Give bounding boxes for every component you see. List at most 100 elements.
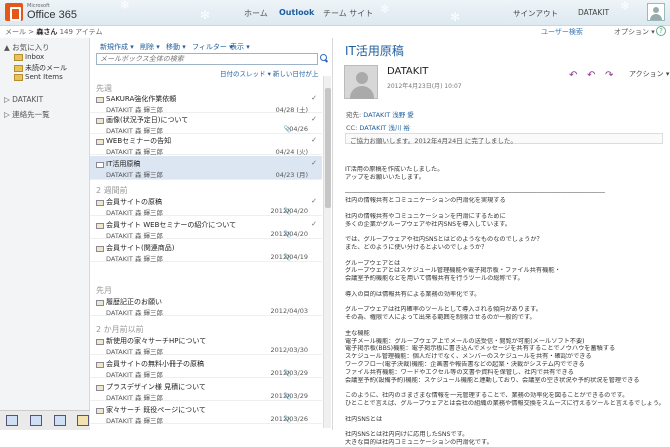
check-icon[interactable]: ✓: [311, 197, 317, 205]
message-row[interactable]: 会員サイト(関連商品) DATAKIT 森 輝三郎 📎 2012/04/19: [90, 242, 322, 263]
check-icon[interactable]: ✓: [311, 115, 317, 123]
message-icon: [96, 300, 104, 306]
breadcrumb-mail[interactable]: メール: [5, 28, 26, 36]
message-subject: 会員サイト WEBセミナーの紹介について: [106, 221, 237, 229]
mailbox-datakit[interactable]: ▷ DATAKIT: [4, 95, 43, 104]
message-subject: 履歴記正のお願い: [106, 298, 162, 306]
scrollbar-thumb[interactable]: [325, 88, 331, 208]
user-search-link[interactable]: ユーザー検索: [541, 27, 583, 37]
message-subject: 新使用の家々サーチHPについて: [106, 337, 207, 345]
group-last-month: 先月: [96, 286, 112, 295]
breadcrumb-owner: 森さん: [36, 28, 58, 36]
check-icon[interactable]: ✓: [311, 136, 317, 144]
mail-icon[interactable]: [6, 415, 18, 426]
folder-icon: [14, 53, 23, 61]
nav-outlook[interactable]: Outlook: [279, 8, 314, 17]
recipients-cc: CC: DATAKIT 浅川 裕: [346, 122, 410, 132]
message-row[interactable]: 会員サイトの原稿 DATAKIT 森 輝三郎 📎 2012/04/20 ✓: [90, 196, 322, 217]
body-line: [345, 322, 663, 330]
snowflake-decoration: ❄: [380, 2, 391, 16]
message-icon: [96, 223, 104, 229]
delete-button[interactable]: 削除 ▾: [140, 42, 160, 52]
cc-label: CC:: [346, 124, 358, 132]
message-row-selected[interactable]: IT活用原稿 DATAKIT 森 輝三郎 04/23 (月) ✓: [90, 156, 322, 180]
list-scrollbar[interactable]: [323, 76, 331, 428]
message-row[interactable]: 画像(状況予定日)について DATAKIT 森 輝三郎 📎 04/26 ✓: [90, 114, 322, 135]
reply-icon[interactable]: ↶: [569, 71, 580, 81]
message-row[interactable]: 新使用の家々サーチHPについて DATAKIT 森 輝三郎 2012/03/30: [90, 335, 322, 356]
check-icon[interactable]: ✓: [311, 220, 317, 228]
message-row[interactable]: プラスデザイン様 見積について DATAKIT 森 輝三郎 📎 2012/03/…: [90, 381, 322, 402]
message-date: 2012/03/30: [270, 346, 308, 354]
body-line: このように、社内のさまざまな情報を一元管理することで、業務の効率化を図ることがで…: [345, 392, 629, 400]
actions-menu[interactable]: アクション ▾: [629, 69, 669, 79]
body-line: [345, 228, 663, 236]
message-title: IT活用原稿: [345, 44, 404, 58]
snowflake-decoration: ✻: [450, 10, 461, 24]
message-from: DATAKIT 森 輝三郎: [106, 171, 164, 179]
body-line: ひとことで言えば、グループウェアとは会社の組織の業務や情報交換をスムーズに行える…: [345, 399, 663, 407]
view-button[interactable]: 表示 ▾: [230, 42, 250, 52]
message-subject: 会員サイトの原稿: [106, 198, 162, 206]
message-row[interactable]: SAKURA強化作業依頼 DATAKIT 森 輝三郎 04/28 (土) ✓: [90, 93, 322, 114]
sort-thread[interactable]: 日付のスレッド ▾: [220, 70, 271, 78]
body-line: また、どのように使い分けるとよいのでしょうか？: [345, 243, 488, 251]
message-row[interactable]: WEBセミナーの告知 DATAKIT 森 輝三郎 04/24 (火) ✓: [90, 135, 322, 156]
check-icon[interactable]: ✓: [311, 94, 317, 102]
group-two-weeks: 2 週間前: [96, 186, 128, 195]
recipient[interactable]: DATAKIT 浅川 裕: [359, 124, 410, 132]
folder-icon: [14, 73, 23, 81]
move-button[interactable]: 移動 ▾: [166, 42, 186, 52]
new-button[interactable]: 新規作成 ▾: [100, 42, 134, 52]
contacts-icon[interactable]: [54, 415, 66, 426]
avatar[interactable]: [647, 3, 665, 21]
office-logo-icon[interactable]: [5, 3, 23, 21]
message-date: 04/23 (月): [275, 171, 308, 179]
filter-button[interactable]: フィルター ▾: [192, 42, 233, 52]
message-row[interactable]: 会員サイト WEBセミナーの紹介について DATAKIT 森 輝三郎 📎 201…: [90, 219, 322, 240]
user-name[interactable]: DATAKIT: [578, 8, 609, 17]
message-from: DATAKIT 森 輝三郎: [106, 348, 164, 356]
body-line: [345, 182, 663, 190]
message-from: DATAKIT 森 輝三郎: [106, 394, 164, 402]
sender-name[interactable]: DATAKIT: [387, 66, 428, 77]
options-menu[interactable]: オプション ▾: [614, 27, 655, 37]
search-input[interactable]: [96, 53, 318, 65]
message-row[interactable]: 会員サイトの無料小冊子の原稿 DATAKIT 森 輝三郎 📎 2012/03/2…: [90, 358, 322, 379]
contacts-list[interactable]: ▷ 連絡先一覧: [4, 109, 50, 120]
search-icon[interactable]: [319, 53, 329, 63]
favorites-header[interactable]: ▲ お気に入り: [4, 42, 50, 53]
body-line: [345, 205, 663, 213]
reply-all-icon[interactable]: ↶: [587, 71, 598, 81]
body-line: ――――――――――――――――――――――――――――――――――――――――…: [345, 189, 605, 197]
calendar-icon[interactable]: [30, 415, 42, 426]
message-from: DATAKIT 森 輝三郎: [106, 309, 164, 317]
folder-inbox[interactable]: Inbox: [14, 53, 44, 61]
body-line: その為、権限で人によって出来る範囲を制限させるのが一般的です。: [345, 314, 536, 322]
body-line: 電子掲示板(BBS)機能：電子掲示板に書き込んでメッセージを共有することでノウハ…: [345, 345, 616, 353]
message-row[interactable]: 家々サーチ 既役ページについて DATAKIT 森 輝三郎 📎 2012/03/…: [90, 404, 322, 425]
message-from: DATAKIT 森 輝三郎: [106, 127, 164, 135]
sub-bar: メール > 森さん 149 アイテム ユーザー検索 オプション ▾ ?: [0, 26, 670, 38]
body-line: ファイル共有機能：ワードやエクセル等の文書や資料を保管し、社内で共有できる: [345, 368, 574, 376]
check-icon[interactable]: ✓: [311, 159, 317, 167]
tasks-icon[interactable]: [77, 415, 89, 426]
body-line: [345, 408, 663, 416]
message-row[interactable]: 履歴記正のお願い DATAKIT 森 輝三郎 2012/04/03: [90, 296, 322, 317]
message-from: DATAKIT 森 輝三郎: [106, 106, 164, 114]
folder-unread[interactable]: 未読のメール: [14, 63, 67, 73]
folder-sent[interactable]: Sent Items: [14, 73, 63, 81]
nav-team-site[interactable]: チーム サイト: [323, 8, 373, 19]
snowflake-decoration: ✻: [200, 8, 211, 22]
help-icon[interactable]: ?: [656, 26, 666, 36]
message-from: DATAKIT 森 輝三郎: [106, 209, 164, 217]
body-line: グループウェアは社内確率のツールとして導入される傾向があります。: [345, 306, 542, 314]
sign-out-link[interactable]: サインアウト: [513, 8, 558, 19]
recipient[interactable]: DATAKIT 浅野 愛: [363, 111, 414, 119]
sort-newest[interactable]: 新しい日付が上: [273, 70, 319, 78]
forward-icon[interactable]: ↷: [605, 71, 616, 81]
brand-name[interactable]: Office 365: [27, 9, 77, 21]
body-line: [345, 283, 663, 291]
nav-home[interactable]: ホーム: [244, 8, 268, 19]
body-line: 社内の情報共有とコミュニケーションの円滑化を実現する: [345, 197, 506, 205]
